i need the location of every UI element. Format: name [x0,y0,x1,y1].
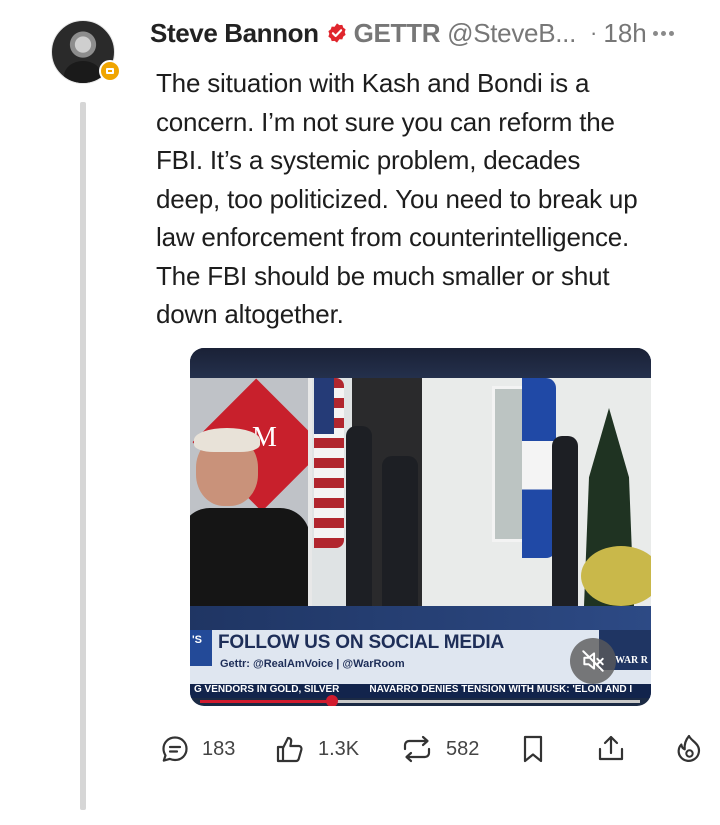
bookmark-icon [523,735,543,763]
video-top-band [190,348,651,378]
comment-button[interactable]: 183 [160,729,235,769]
video-left-panel: M [190,378,308,606]
lower-third-subtitle: Gettr: @RealAmVoice | @WarRoom [220,658,405,670]
thumbs-up-icon [276,736,303,763]
medal-badge-icon [99,60,121,82]
lower-third-tag: 'S [190,630,212,666]
video-right-panel [312,378,651,606]
progress-fill [200,700,332,703]
platform-label: GETTR [353,17,441,48]
post-text: The situation with Kash and Bondi is a c… [156,68,638,329]
lower-third-title: FOLLOW US ON SOCIAL MEDIA [218,632,504,653]
boost-button[interactable] [674,729,704,769]
author-handle[interactable]: GETTR @SteveB... [353,17,577,49]
mute-button[interactable] [570,638,616,684]
like-count: 1.3K [318,737,360,760]
thread-line [80,102,86,810]
blue-flag [522,378,556,558]
post-timestamp[interactable]: 18h [603,18,646,49]
repost-button[interactable]: 582 [400,729,479,769]
post-action-bar: 183 1.3K 582 [160,729,706,769]
author-name[interactable]: Steve Bannon [150,18,319,49]
flame-boost-icon [677,734,701,762]
more-options-icon[interactable] [652,27,674,40]
speaker-muted-icon [582,650,604,672]
separator-dot: · [590,20,598,45]
share-button[interactable] [596,729,626,769]
video-player[interactable]: M 'S FOLLOW US ON SOCIAL MEDIA Gettr: @R… [190,348,651,706]
like-button[interactable]: 1.3K [274,729,359,769]
ticker-left: G VENDORS IN GOLD, SILVER [194,684,340,695]
share-icon [598,735,624,761]
gettr-verified-icon [326,22,348,44]
post-header: Steve Bannon GETTR @SteveB... · 18h [150,16,674,50]
progress-scrubber[interactable] [326,695,338,706]
author-avatar[interactable] [51,20,121,84]
comment-count: 183 [202,737,236,760]
news-ticker: G VENDORS IN GOLD, SILVER NAVARRO DENIES… [190,684,651,698]
comment-icon [162,736,188,762]
repost-count: 582 [446,737,480,760]
bookmark-button[interactable] [521,729,545,769]
handle-text: @SteveB... [447,17,577,48]
video-progress-bar[interactable] [200,695,640,706]
ticker-right: NAVARRO DENIES TENSION WITH MUSK: 'ELON … [369,684,633,695]
repost-icon [403,735,431,763]
